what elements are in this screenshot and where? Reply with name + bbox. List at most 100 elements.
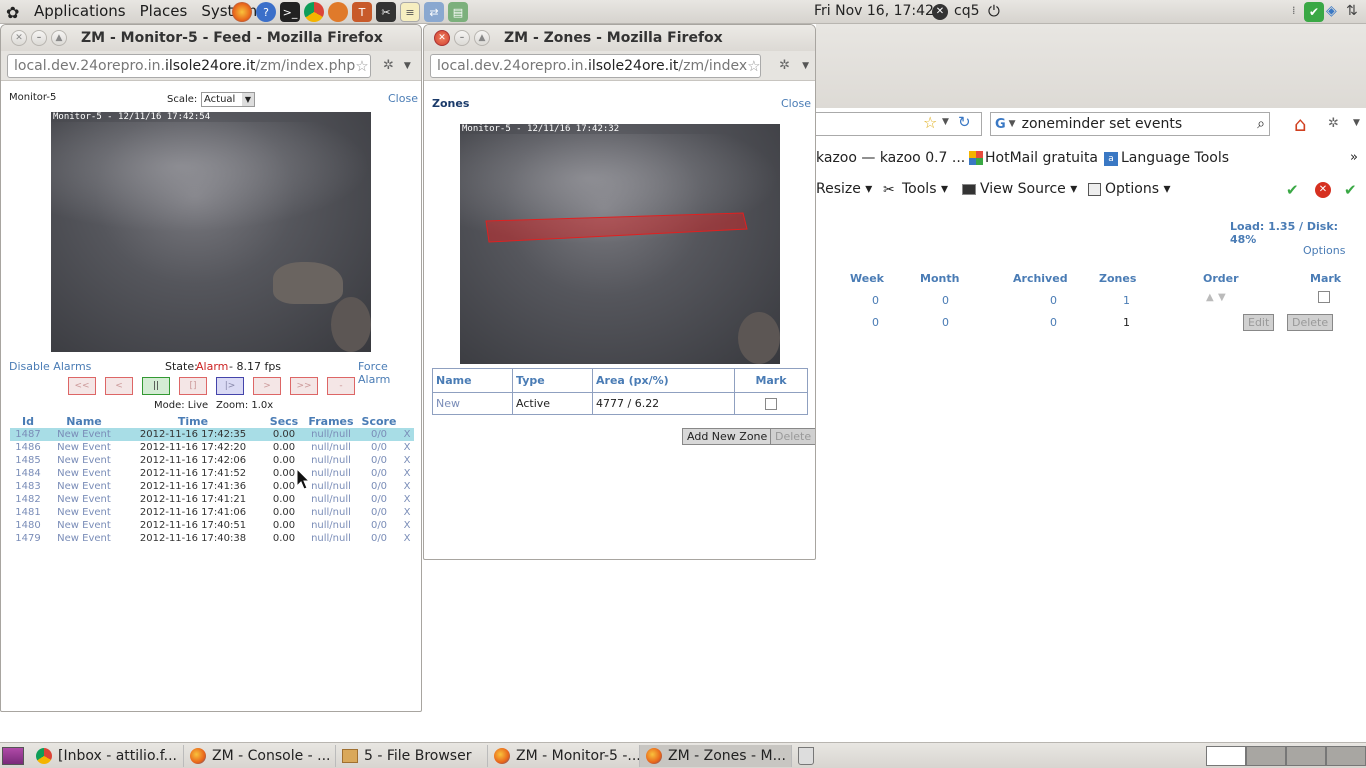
- event-row[interactable]: 1483 New Event 2012-11-16 17:41:36 0.00 null…: [10, 480, 414, 493]
- col-name[interactable]: Name: [46, 415, 122, 428]
- trash-icon[interactable]: [798, 746, 814, 765]
- reload-icon[interactable]: ↻: [958, 113, 971, 131]
- event-row[interactable]: 1485 New Event 2012-11-16 17:42:06 0.00 null…: [10, 454, 414, 467]
- workspace-4[interactable]: [1326, 745, 1366, 766]
- task-zm-console[interactable]: ZM - Console - ...: [184, 744, 336, 767]
- play-button[interactable]: |>: [216, 377, 244, 395]
- event-name[interactable]: New Event: [46, 532, 122, 545]
- event-id[interactable]: 1484: [10, 467, 46, 480]
- event-score[interactable]: 0/0: [358, 532, 400, 545]
- event-row[interactable]: 1482 New Event 2012-11-16 17:41:21 0.00 null…: [10, 493, 414, 506]
- menu-dropdown-icon[interactable]: ▼: [802, 61, 809, 71]
- workspace-3[interactable]: [1286, 745, 1326, 766]
- feed-url-bar[interactable]: local.dev.24orepro.in. ilsole24ore.it/zm/…: [7, 53, 371, 78]
- event-frames[interactable]: null/null: [304, 467, 358, 480]
- event-id[interactable]: 1487: [10, 428, 46, 441]
- event-name[interactable]: New Event: [46, 467, 122, 480]
- network-status-icon[interactable]: ⇅: [1346, 3, 1358, 19]
- task-zm-zones[interactable]: ZM - Zones - M...: [640, 744, 792, 767]
- workspace-1[interactable]: [1206, 745, 1246, 766]
- order-down-icon[interactable]: ▼: [1218, 292, 1226, 303]
- event-frames[interactable]: null/null: [304, 493, 358, 506]
- archive-icon[interactable]: ▤: [448, 2, 468, 22]
- firefox-launcher-icon[interactable]: [232, 2, 252, 22]
- resize-menu[interactable]: Resize ▾: [816, 181, 872, 197]
- addon-icon[interactable]: ✲: [383, 58, 394, 73]
- event-frames[interactable]: null/null: [304, 441, 358, 454]
- event-name[interactable]: New Event: [46, 428, 122, 441]
- task-zm-monitor[interactable]: ZM - Monitor-5 -...: [488, 744, 640, 767]
- bookmark-star-icon[interactable]: ☆: [747, 57, 760, 75]
- event-row[interactable]: 1480 New Event 2012-11-16 17:40:51 0.00 null…: [10, 519, 414, 532]
- zone-mark-checkbox[interactable]: [765, 398, 777, 410]
- zone-name-link[interactable]: New: [432, 392, 513, 415]
- scissors-icon[interactable]: ✂: [376, 2, 396, 22]
- event-delete[interactable]: X: [400, 506, 414, 519]
- row1-mark-checkbox[interactable]: [1318, 291, 1330, 303]
- event-name[interactable]: New Event: [46, 441, 122, 454]
- event-score[interactable]: 0/0: [358, 519, 400, 532]
- event-score[interactable]: 0/0: [358, 480, 400, 493]
- event-delete[interactable]: X: [400, 467, 414, 480]
- home-icon[interactable]: ⌂: [1294, 112, 1307, 136]
- workspace-2[interactable]: [1246, 745, 1286, 766]
- step-back-button[interactable]: <: [105, 377, 133, 395]
- event-score[interactable]: 0/0: [358, 454, 400, 467]
- feed-titlebar[interactable]: ✕ – ▲ ZM - Monitor-5 - Feed - Mozilla Fi…: [1, 25, 421, 51]
- row1-month[interactable]: 0: [942, 294, 949, 307]
- tools-menu[interactable]: Tools ▾: [902, 181, 948, 197]
- event-name[interactable]: New Event: [46, 493, 122, 506]
- close-window-icon[interactable]: ✕: [11, 30, 27, 46]
- addon-icon[interactable]: ✲: [1328, 116, 1339, 131]
- event-score[interactable]: 0/0: [358, 493, 400, 506]
- col-secs[interactable]: Secs: [264, 415, 304, 428]
- event-row[interactable]: 1487 New Event 2012-11-16 17:42:35 0.00 null…: [10, 428, 414, 441]
- event-row[interactable]: 1486 New Event 2012-11-16 17:42:20 0.00 null…: [10, 441, 414, 454]
- view-source-menu[interactable]: View Source ▾: [980, 181, 1077, 197]
- event-delete[interactable]: X: [400, 493, 414, 506]
- col-frames[interactable]: Frames: [304, 415, 358, 428]
- event-delete[interactable]: X: [400, 441, 414, 454]
- workspace-switcher[interactable]: [1206, 745, 1366, 766]
- bookmarks-overflow-icon[interactable]: »: [1350, 150, 1358, 165]
- zone-polygon[interactable]: [460, 124, 780, 364]
- zones-titlebar[interactable]: ✕ – ▲ ZM - Zones - Mozilla Firefox: [424, 25, 815, 51]
- force-alarm-link[interactable]: Force Alarm: [358, 360, 421, 386]
- gnome-foot-icon[interactable]: ✿: [6, 3, 19, 22]
- options-menu[interactable]: Options ▾: [1105, 181, 1171, 197]
- row2-month[interactable]: 0: [942, 316, 949, 329]
- power-icon[interactable]: ⏻: [988, 2, 1000, 20]
- event-id[interactable]: 1481: [10, 506, 46, 519]
- event-frames[interactable]: null/null: [304, 428, 358, 441]
- disable-alarms-link[interactable]: Disable Alarms: [9, 360, 91, 373]
- delete-button[interactable]: Delete: [1287, 314, 1334, 331]
- maximize-window-icon[interactable]: ▲: [51, 30, 67, 46]
- col-archived[interactable]: Archived: [1013, 272, 1068, 285]
- event-score[interactable]: 0/0: [358, 441, 400, 454]
- dropbox-icon[interactable]: ◈: [1326, 3, 1337, 19]
- chrome-icon[interactable]: [304, 2, 324, 22]
- col-zones[interactable]: Zones: [1099, 272, 1136, 285]
- event-score[interactable]: 0/0: [358, 428, 400, 441]
- bookmark-kazoo[interactable]: kazoo — kazoo 0.7 ...: [816, 150, 965, 166]
- maximize-window-icon[interactable]: ▲: [474, 30, 490, 46]
- event-frames[interactable]: null/null: [304, 454, 358, 467]
- pause-button[interactable]: ||: [142, 377, 170, 395]
- menu-dropdown-icon[interactable]: ▼: [1353, 118, 1360, 128]
- zoom-out-button[interactable]: -: [327, 377, 355, 395]
- dropdown-icon[interactable]: ▼: [942, 117, 949, 127]
- minimize-window-icon[interactable]: –: [454, 30, 470, 46]
- event-score[interactable]: 0/0: [358, 467, 400, 480]
- tray-arrow-icon[interactable]: ⁞: [1292, 4, 1296, 17]
- fast-forward-button[interactable]: >>: [290, 377, 318, 395]
- zones-url-bar[interactable]: local.dev.24orepro.in. ilsole24ore.it/zm/…: [430, 53, 762, 78]
- valid-check-icon[interactable]: ✔: [1286, 181, 1299, 199]
- event-frames[interactable]: null/null: [304, 532, 358, 545]
- event-name[interactable]: New Event: [46, 454, 122, 467]
- help-icon[interactable]: ?: [256, 2, 276, 22]
- search-box[interactable]: G ▼ zoneminder set events ⌕: [990, 112, 1270, 136]
- google-icon[interactable]: G: [995, 117, 1006, 132]
- order-up-icon[interactable]: ▲: [1206, 292, 1214, 303]
- row1-archived[interactable]: 0: [1050, 294, 1057, 307]
- event-name[interactable]: New Event: [46, 519, 122, 532]
